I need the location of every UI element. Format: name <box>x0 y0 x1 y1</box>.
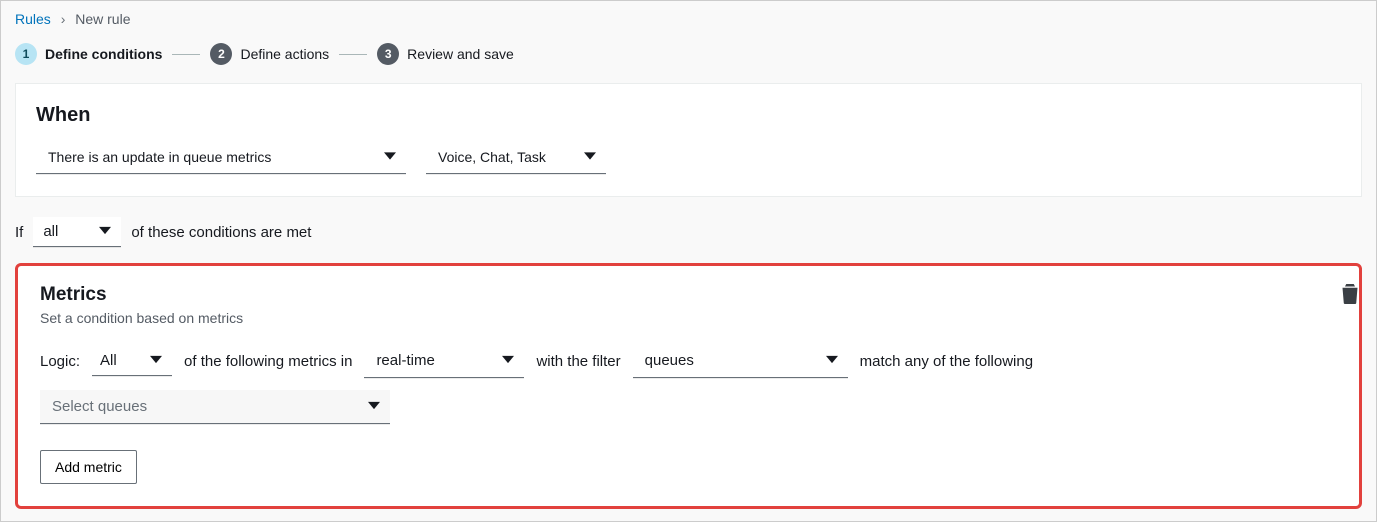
metrics-title: Metrics <box>40 284 1337 306</box>
step-review-save[interactable]: 3 Review and save <box>377 43 514 65</box>
delete-condition-button[interactable] <box>1337 280 1363 311</box>
caret-down-icon <box>99 223 111 240</box>
select-value: real-time <box>376 352 434 369</box>
event-type-select[interactable]: There is an update in queue metrics <box>36 141 406 174</box>
logic-text-1: of the following metrics in <box>184 353 352 370</box>
step-label: Review and save <box>407 46 514 62</box>
step-number: 3 <box>377 43 399 65</box>
step-connector <box>172 54 200 55</box>
step-number: 1 <box>15 43 37 65</box>
select-placeholder: Select queues <box>52 398 147 415</box>
metrics-subtitle: Set a condition based on metrics <box>40 310 1337 326</box>
logic-text-3: match any of the following <box>860 353 1033 370</box>
metrics-logic-row: Logic: All of the following metrics in r… <box>40 344 1337 424</box>
breadcrumb-current: New rule <box>75 11 130 27</box>
trash-icon <box>1341 291 1359 307</box>
metrics-condition-card: Metrics Set a condition based on metrics… <box>15 263 1362 509</box>
interval-select[interactable]: real-time <box>364 344 524 378</box>
step-label: Define actions <box>240 46 329 62</box>
caret-down-icon <box>584 149 596 165</box>
when-title: When <box>36 104 1341 127</box>
caret-down-icon <box>502 352 514 369</box>
filter-select[interactable]: queues <box>633 344 848 378</box>
caret-down-icon <box>368 398 380 415</box>
channel-select[interactable]: Voice, Chat, Task <box>426 141 606 174</box>
page-root: Rules › New rule 1 Define conditions 2 D… <box>0 0 1377 522</box>
if-suffix: of these conditions are met <box>131 224 311 241</box>
add-metric-button[interactable]: Add metric <box>40 450 137 484</box>
when-panel: When There is an update in queue metrics… <box>15 83 1362 197</box>
select-value: all <box>43 223 58 240</box>
breadcrumb-link-rules[interactable]: Rules <box>15 11 51 27</box>
caret-down-icon <box>384 149 396 165</box>
caret-down-icon <box>826 352 838 369</box>
if-prefix: If <box>15 224 23 241</box>
logic-label: Logic: <box>40 353 80 370</box>
select-value: There is an update in queue metrics <box>48 149 271 165</box>
step-define-conditions[interactable]: 1 Define conditions <box>15 43 162 65</box>
select-value: Voice, Chat, Task <box>438 149 546 165</box>
chevron-right-icon: › <box>61 11 66 27</box>
select-value: queues <box>645 352 694 369</box>
step-number: 2 <box>210 43 232 65</box>
breadcrumb: Rules › New rule <box>1 1 1376 33</box>
if-condition-line: If all of these conditions are met <box>1 197 1376 263</box>
caret-down-icon <box>150 352 162 369</box>
step-connector <box>339 54 367 55</box>
if-mode-select[interactable]: all <box>33 217 121 247</box>
step-define-actions[interactable]: 2 Define actions <box>210 43 329 65</box>
queues-select[interactable]: Select queues <box>40 390 390 424</box>
wizard-stepper: 1 Define conditions 2 Define actions 3 R… <box>1 33 1376 83</box>
select-value: All <box>100 352 117 369</box>
step-label: Define conditions <box>45 46 162 62</box>
logic-text-2: with the filter <box>536 353 620 370</box>
logic-select[interactable]: All <box>92 346 172 376</box>
